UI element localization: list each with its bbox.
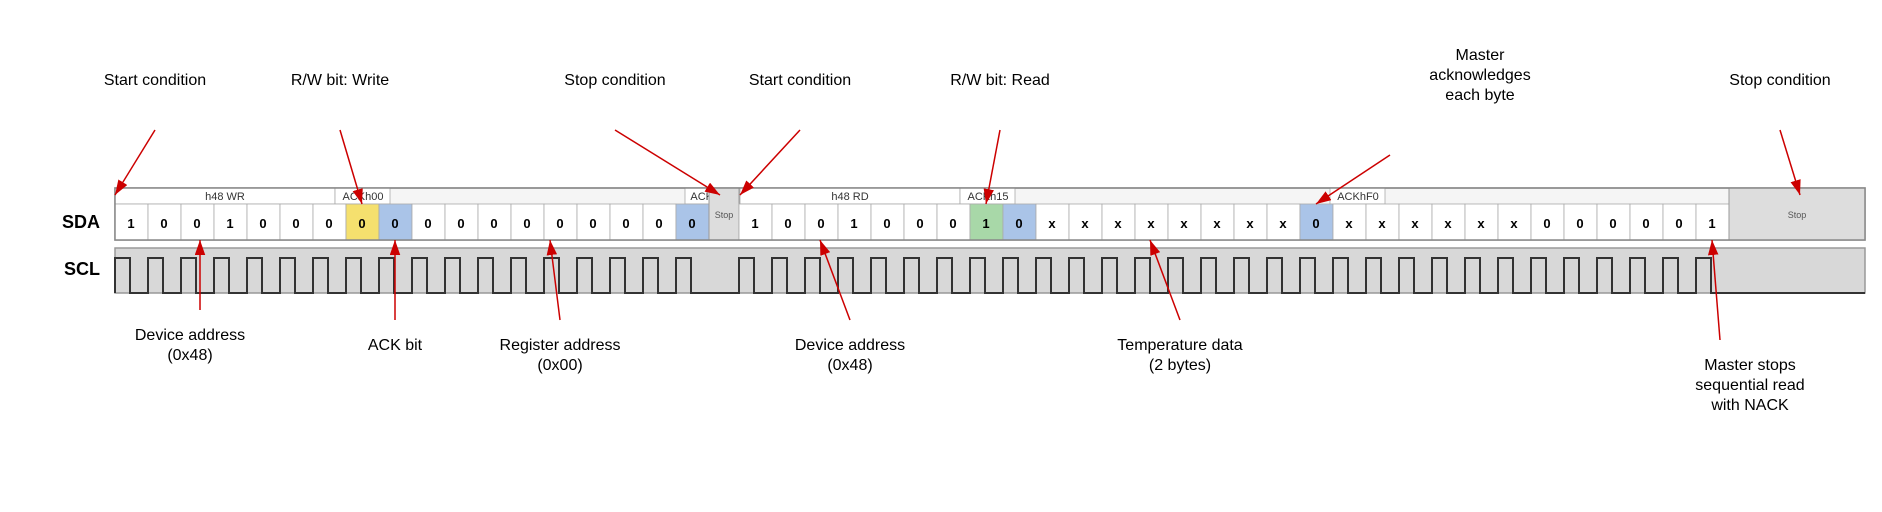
svg-text:Stop: Stop	[1788, 210, 1807, 220]
svg-text:(2 bytes): (2 bytes)	[1149, 357, 1211, 374]
svg-text:(0x48): (0x48)	[167, 347, 212, 364]
svg-text:x: x	[1510, 216, 1518, 231]
svg-text:x: x	[1213, 216, 1221, 231]
svg-text:0: 0	[1543, 216, 1550, 231]
svg-text:each byte: each byte	[1445, 87, 1514, 104]
svg-text:1: 1	[982, 216, 989, 231]
svg-text:0: 0	[916, 216, 923, 231]
svg-text:0: 0	[622, 216, 629, 231]
svg-text:0: 0	[1675, 216, 1682, 231]
svg-text:acknowledges: acknowledges	[1429, 67, 1530, 84]
svg-text:0: 0	[688, 216, 695, 231]
svg-text:x: x	[1081, 216, 1089, 231]
svg-text:x: x	[1246, 216, 1254, 231]
svg-text:Master stops: Master stops	[1704, 357, 1796, 374]
svg-text:R/W bit: Read: R/W bit: Read	[950, 72, 1050, 89]
svg-text:Start condition: Start condition	[749, 72, 851, 89]
svg-text:Device address: Device address	[135, 327, 245, 344]
svg-text:NAKStop: NAKStop	[1815, 191, 1860, 203]
svg-text:sequential read: sequential read	[1695, 377, 1804, 394]
svg-text:0: 0	[193, 216, 200, 231]
svg-text:0: 0	[259, 216, 266, 231]
svg-text:0: 0	[490, 216, 497, 231]
svg-text:0: 0	[160, 216, 167, 231]
svg-text:x: x	[1411, 216, 1419, 231]
svg-text:0: 0	[817, 216, 824, 231]
svg-text:0: 0	[1015, 216, 1022, 231]
svg-text:Stop condition: Stop condition	[1729, 72, 1830, 89]
i2c-diagram: h48 WR ACKh00 ACKStop h48 RD ACKh15 ACKh…	[0, 0, 1882, 512]
svg-text:1: 1	[226, 216, 233, 231]
svg-text:x: x	[1345, 216, 1353, 231]
svg-text:(0x48): (0x48)	[827, 357, 872, 374]
svg-text:Start condition: Start condition	[104, 72, 206, 89]
svg-text:R/W bit: Write: R/W bit: Write	[291, 72, 389, 89]
svg-text:Device address: Device address	[795, 337, 905, 354]
svg-text:(0x00): (0x00)	[537, 357, 582, 374]
svg-text:Register address: Register address	[500, 337, 621, 354]
svg-text:x: x	[1378, 216, 1386, 231]
svg-text:ACKh15: ACKh15	[968, 191, 1009, 203]
svg-text:0: 0	[949, 216, 956, 231]
svg-text:1: 1	[751, 216, 758, 231]
svg-text:1: 1	[1708, 216, 1715, 231]
svg-text:0: 0	[655, 216, 662, 231]
svg-text:x: x	[1147, 216, 1155, 231]
svg-text:Master: Master	[1456, 47, 1506, 64]
svg-text:0: 0	[325, 216, 332, 231]
svg-text:with NACK: with NACK	[1710, 397, 1789, 414]
svg-text:x: x	[1477, 216, 1485, 231]
svg-text:ACK bit: ACK bit	[368, 337, 423, 354]
svg-text:x: x	[1279, 216, 1287, 231]
svg-text:0: 0	[589, 216, 596, 231]
svg-text:x: x	[1444, 216, 1452, 231]
svg-text:0: 0	[1642, 216, 1649, 231]
svg-text:x: x	[1114, 216, 1122, 231]
svg-text:x: x	[1180, 216, 1188, 231]
svg-text:0: 0	[391, 216, 398, 231]
svg-text:0: 0	[1576, 216, 1583, 231]
svg-text:SDA: SDA	[62, 212, 100, 232]
svg-text:1: 1	[127, 216, 134, 231]
svg-text:0: 0	[556, 216, 563, 231]
svg-text:0: 0	[1312, 216, 1319, 231]
svg-text:0: 0	[1609, 216, 1616, 231]
svg-text:ACKhF0: ACKhF0	[1337, 191, 1379, 203]
svg-text:0: 0	[523, 216, 530, 231]
svg-text:h48 RD: h48 RD	[831, 191, 868, 203]
svg-text:0: 0	[784, 216, 791, 231]
svg-text:0: 0	[358, 216, 365, 231]
svg-text:Temperature data: Temperature data	[1117, 337, 1243, 354]
svg-text:0: 0	[457, 216, 464, 231]
svg-text:h48 WR: h48 WR	[205, 191, 245, 203]
svg-text:Stop: Stop	[715, 210, 734, 220]
svg-text:1: 1	[850, 216, 857, 231]
svg-text:0: 0	[424, 216, 431, 231]
svg-text:Stop condition: Stop condition	[564, 72, 665, 89]
svg-text:0: 0	[883, 216, 890, 231]
svg-text:0: 0	[292, 216, 299, 231]
svg-text:ACKStop: ACKStop	[690, 191, 735, 203]
svg-text:x: x	[1048, 216, 1056, 231]
svg-text:ACKh00: ACKh00	[343, 191, 384, 203]
svg-text:SCL: SCL	[64, 259, 100, 279]
